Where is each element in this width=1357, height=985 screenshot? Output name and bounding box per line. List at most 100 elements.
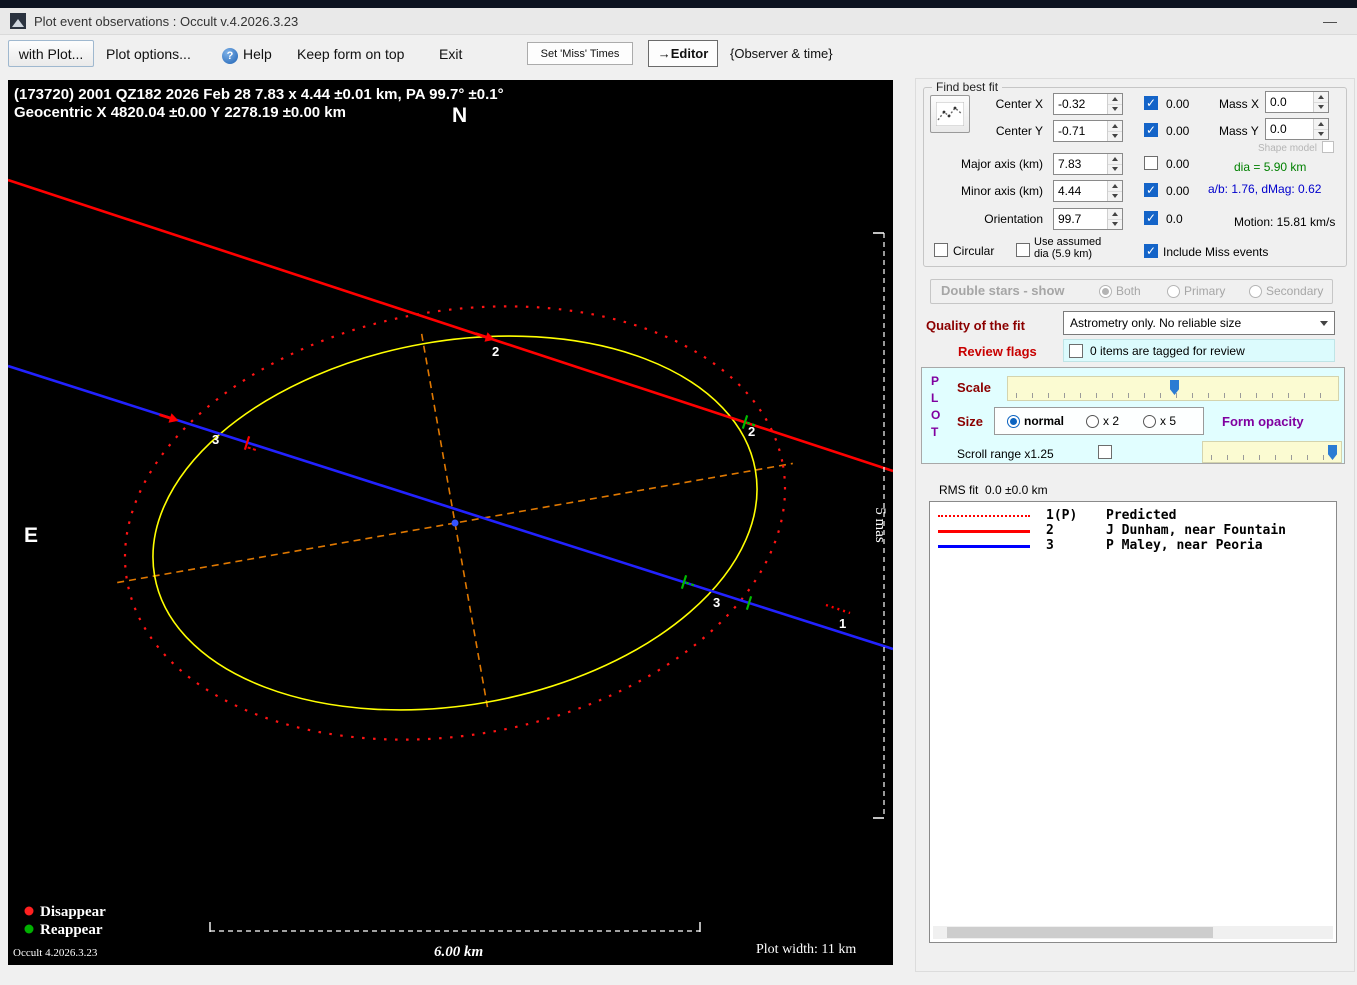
scroll-range-checkbox[interactable] [1098,445,1112,459]
mass-y-spinner[interactable] [1265,118,1329,140]
include-miss-checkbox[interactable] [1144,244,1158,258]
plot-canvas[interactable]: (173720) 2001 QZ182 2026 Feb 28 7.83 x 4… [7,80,894,965]
orientation-fit-checkbox[interactable] [1144,211,1158,225]
scale-label: Scale [957,380,991,395]
orientation-down-icon[interactable] [1108,218,1122,229]
orientation-input[interactable] [1054,209,1107,229]
keep-form-on-top-menu[interactable]: Keep form on top [297,46,404,62]
with-plot-button[interactable]: with Plot... [8,40,94,67]
mass-x-up-icon[interactable] [1314,92,1328,102]
center-y-spinner[interactable] [1053,120,1123,142]
orientation-up-icon[interactable] [1108,209,1122,219]
east-label: E [24,524,38,547]
quality-label: Quality of the fit [926,318,1025,333]
form-opacity-slider-ticks [1211,455,1333,460]
titlebar: Plot event observations : Occult v.4.202… [0,8,1357,35]
set-miss-times-button[interactable]: Set 'Miss' Times [527,42,633,65]
observations-list[interactable]: 1(P) Predicted 2 J Dunham, near Fountain… [929,501,1337,943]
major-axis-fit-checkbox[interactable] [1144,156,1158,170]
shape-model-checkbox[interactable] [1322,141,1334,153]
observation-row[interactable]: 1(P) Predicted [936,508,1328,524]
center-y-down-icon[interactable] [1108,130,1122,141]
size-x5-label: x 5 [1160,414,1177,428]
mass-y-up-icon[interactable] [1314,119,1328,129]
center-y-up-icon[interactable] [1108,121,1122,131]
help-menu[interactable]: ? Help [222,46,272,64]
ab-dmag-value: a/b: 1.76, dMag: 0.62 [1208,182,1322,196]
shape-model-label: Shape model [1258,143,1317,154]
north-label: N [452,104,467,127]
mass-x-input[interactable] [1266,92,1313,112]
observations-hscrollbar[interactable] [933,926,1333,939]
mass-x-spinner[interactable] [1265,91,1329,113]
minor-axis-error: 0.00 [1166,184,1190,198]
plot-width-label: Plot width: 11 km [756,942,856,957]
rms-fit-label: RMS fit 0.0 ±0.0 km [939,483,1048,497]
center-x-up-icon[interactable] [1108,94,1122,104]
mass-y-input[interactable] [1266,119,1313,139]
minor-axis-up-icon[interactable] [1108,181,1122,191]
fit-plot-icon [936,102,964,126]
fit-plot-button[interactable] [930,95,970,133]
mass-x-label: Mass X [1219,97,1260,111]
control-panel: Find best fit Center X 0.00 Mass X Cente… [915,78,1355,972]
plot-options-menu[interactable]: Plot options... [106,46,191,62]
reappear-label: Reappear [40,922,103,938]
diameter-value: dia = 5.90 km [1234,160,1307,174]
find-best-fit-group: Find best fit [923,80,1347,267]
observations-hscrollbar-thumb[interactable] [947,927,1213,938]
center-x-label: Center X [995,97,1043,111]
major-axis-up-icon[interactable] [1108,154,1122,164]
quality-value: Astrometry only. No reliable size [1070,316,1242,330]
size-normal-radio[interactable] [1007,415,1020,428]
minimize-button[interactable]: — [1313,13,1347,29]
center-x-spinner[interactable] [1053,93,1123,115]
major-axis-error: 0.00 [1166,157,1190,171]
app-window: Plot event observations : Occult v.4.202… [0,0,1357,985]
size-x2-radio[interactable] [1086,415,1099,428]
exit-menu[interactable]: Exit [439,46,462,62]
review-flags-box: 0 items are tagged for review [1063,339,1335,362]
center-x-fit-checkbox[interactable] [1144,96,1158,110]
double-stars-primary-radio[interactable] [1167,285,1180,298]
center-y-input[interactable] [1054,121,1107,141]
mass-x-down-icon[interactable] [1314,101,1328,112]
center-y-error: 0.00 [1166,124,1190,138]
double-stars-both-radio[interactable] [1099,285,1112,298]
minor-axis-fit-checkbox[interactable] [1144,183,1158,197]
center-x-down-icon[interactable] [1108,103,1122,114]
double-stars-secondary-radio[interactable] [1249,285,1262,298]
use-assumed-dia-checkbox[interactable] [1016,243,1030,257]
form-opacity-slider[interactable] [1202,441,1342,463]
form-opacity-label: Form opacity [1222,414,1304,429]
major-axis-input[interactable] [1054,154,1107,174]
center-x-input[interactable] [1054,94,1107,114]
major-axis-spinner[interactable] [1053,153,1123,175]
orientation-label: Orientation [984,212,1043,226]
minor-axis-down-icon[interactable] [1108,190,1122,201]
observation-row[interactable]: 2 J Dunham, near Fountain [936,523,1328,539]
obs-id: 1(P) [1046,508,1078,523]
circular-label: Circular [953,244,995,258]
plot-version-label: Occult 4.2026.3.23 [13,947,98,959]
center-y-fit-checkbox[interactable] [1144,123,1158,137]
circular-checkbox[interactable] [934,243,948,257]
observation-row[interactable]: 3 P Maley, near Peoria [936,538,1328,554]
double-stars-secondary-label: Secondary [1266,284,1324,298]
editor-button[interactable]: →Editor [648,40,718,67]
motion-value: Motion: 15.81 km/s [1234,215,1336,229]
size-label: Size [957,414,984,429]
quality-dropdown[interactable]: Astrometry only. No reliable size [1063,311,1335,335]
minor-axis-input[interactable] [1054,181,1107,201]
window-title: Plot event observations : Occult v.4.202… [34,13,299,29]
orientation-spinner[interactable] [1053,208,1123,230]
obs-line-sample-red [938,530,1030,533]
scale-slider[interactable] [1007,376,1339,401]
major-axis-down-icon[interactable] [1108,163,1122,174]
plot-settings-panel: P L O T Scale Size normal x 2 x 5 Form o… [921,367,1345,464]
review-flags-checkbox[interactable] [1069,344,1083,358]
size-x5-radio[interactable] [1143,415,1156,428]
plot-letter-t: T [931,425,939,439]
minor-axis-spinner[interactable] [1053,180,1123,202]
mass-y-down-icon[interactable] [1314,128,1328,139]
